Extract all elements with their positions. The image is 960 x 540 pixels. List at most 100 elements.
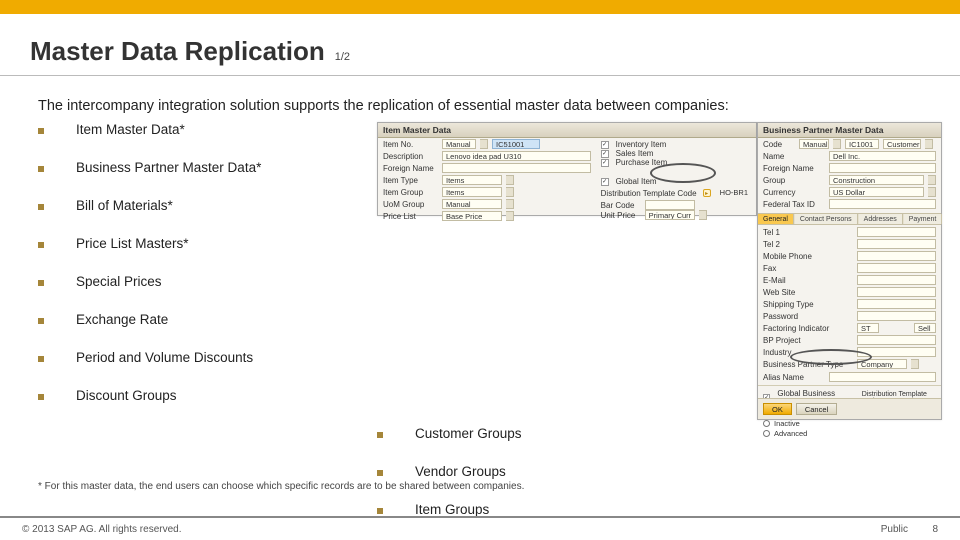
bullet-icon <box>38 128 44 134</box>
label-fname: Foreign Name <box>763 164 825 173</box>
checkbox: ✓ <box>601 150 609 158</box>
dropdown-icon <box>928 175 936 185</box>
field <box>857 263 936 273</box>
label: Mobile Phone <box>763 252 853 261</box>
field <box>857 251 936 261</box>
radio[interactable] <box>763 420 770 427</box>
list-item: Item Master Data* <box>38 122 363 160</box>
cancel-button[interactable]: Cancel <box>796 403 837 415</box>
bullet-icon <box>38 280 44 286</box>
checkbox: ✓ <box>601 159 609 167</box>
field-group: Construction <box>829 175 924 185</box>
field-plist: Base Price <box>442 211 502 221</box>
tab[interactable]: Contact Persons <box>795 214 858 224</box>
list-item: Special Prices <box>38 274 363 312</box>
label-uom: UoM Group <box>383 200 438 209</box>
field-pcurr: Primary Curr <box>645 210 695 220</box>
list-item-text: Business Partner Master Data* <box>76 160 261 175</box>
value-dist: HO-BR1 <box>717 188 751 198</box>
label-itype: Item Type <box>383 176 438 185</box>
bullet-icon <box>38 356 44 362</box>
field: ST <box>857 323 879 333</box>
label-desc: Description <box>383 152 438 161</box>
intro-text: The intercompany integration solution su… <box>0 76 960 120</box>
label-code: Code <box>763 140 795 149</box>
field-manual: Manual <box>799 139 829 149</box>
page-indicator: 1/2 <box>335 51 350 63</box>
list-item-text: Item Master Data* <box>76 122 185 137</box>
dropdown-icon <box>506 199 514 209</box>
field-itemno: IC51001 <box>492 139 540 149</box>
highlight-oval-global-bp <box>790 349 872 365</box>
tab[interactable]: General <box>758 214 794 224</box>
list-item-text: Item Groups <box>415 502 489 517</box>
checkbox: ✓ <box>601 141 609 149</box>
bullet-lists: Item Master Data* Business Partner Master… <box>38 122 363 426</box>
tab[interactable]: Payment <box>904 214 943 224</box>
figure-area: Customer GroupsVendor GroupsItem Groupss… <box>377 122 942 426</box>
link-arrow-icon: ▸ <box>703 189 711 197</box>
field-name: Dell Inc. <box>829 151 936 161</box>
dropdown-icon <box>911 359 919 369</box>
footnote: * For this master data, the end users ca… <box>0 475 960 492</box>
list-item-text: Special Prices <box>76 274 162 289</box>
label-group: Group <box>763 176 825 185</box>
field: Sell <box>914 323 936 333</box>
list-item-text: Customer Groups <box>415 426 522 441</box>
bullet-icon <box>38 242 44 248</box>
field-fname <box>829 163 936 173</box>
field <box>857 275 936 285</box>
bullet-icon <box>377 432 383 438</box>
page-number: 8 <box>908 524 938 535</box>
list-item-text: Bill of Materials* <box>76 198 173 213</box>
label: Factoring Indicator <box>763 324 853 333</box>
list-item-text: Exchange Rate <box>76 312 168 327</box>
label-alias: Alias Name <box>763 373 825 382</box>
radio-label: Advanced <box>774 429 807 438</box>
list-item: Business Partner Master Data* <box>38 160 363 198</box>
label-dist: Distribution Template Code <box>601 189 697 198</box>
label-global-item: Global Item <box>616 177 657 186</box>
dropdown-icon <box>506 187 514 197</box>
highlight-oval-global-item <box>650 163 716 183</box>
radio[interactable] <box>763 430 770 437</box>
dropdown-icon <box>506 211 514 221</box>
label-fname: Foreign Name <box>383 164 438 173</box>
ok-button[interactable]: OK <box>763 403 792 415</box>
page-title: Master Data Replication <box>30 36 325 67</box>
panel-title: Item Master Data <box>378 123 756 138</box>
label: Tel 1 <box>763 228 853 237</box>
bullet-icon <box>38 318 44 324</box>
label-barcode: Bar Code <box>601 201 641 210</box>
copyright: © 2013 SAP AG. All rights reserved. <box>22 524 182 535</box>
field <box>857 335 936 345</box>
field-igroup: Items <box>442 187 502 197</box>
field-desc: Lenovo idea pad U310 <box>442 151 591 161</box>
list-item-text: Price List Masters* <box>76 236 189 251</box>
dropdown-icon <box>925 139 933 149</box>
tab[interactable]: Addresses <box>859 214 903 224</box>
label: Shipping Type <box>763 300 853 309</box>
field <box>857 299 936 309</box>
label: Password <box>763 312 853 321</box>
list-item: Period and Volume Discounts <box>38 350 363 388</box>
field-itype: Items <box>442 175 502 185</box>
field-uom: Manual <box>442 199 502 209</box>
label: Web Site <box>763 288 853 297</box>
field-manual: Manual <box>442 139 476 149</box>
dropdown-icon <box>506 175 514 185</box>
dropdown-icon <box>480 139 488 149</box>
field <box>857 239 936 249</box>
bp-master-panel: Business Partner Master Data CodeManualI… <box>757 122 942 420</box>
label-fed: Federal Tax ID <box>763 200 825 209</box>
checkbox-global-item: ✓ <box>601 178 609 186</box>
label: Tel 2 <box>763 240 853 249</box>
dropdown-icon <box>833 139 841 149</box>
label-itemno: Item No. <box>383 140 438 149</box>
label-igroup: Item Group <box>383 188 438 197</box>
check-label: Sales Item <box>616 149 654 158</box>
content-area: Item Master Data* Business Partner Master… <box>0 120 960 426</box>
field-curr: US Dollar <box>829 187 924 197</box>
field-fed <box>829 199 936 209</box>
bullet-icon <box>38 166 44 172</box>
